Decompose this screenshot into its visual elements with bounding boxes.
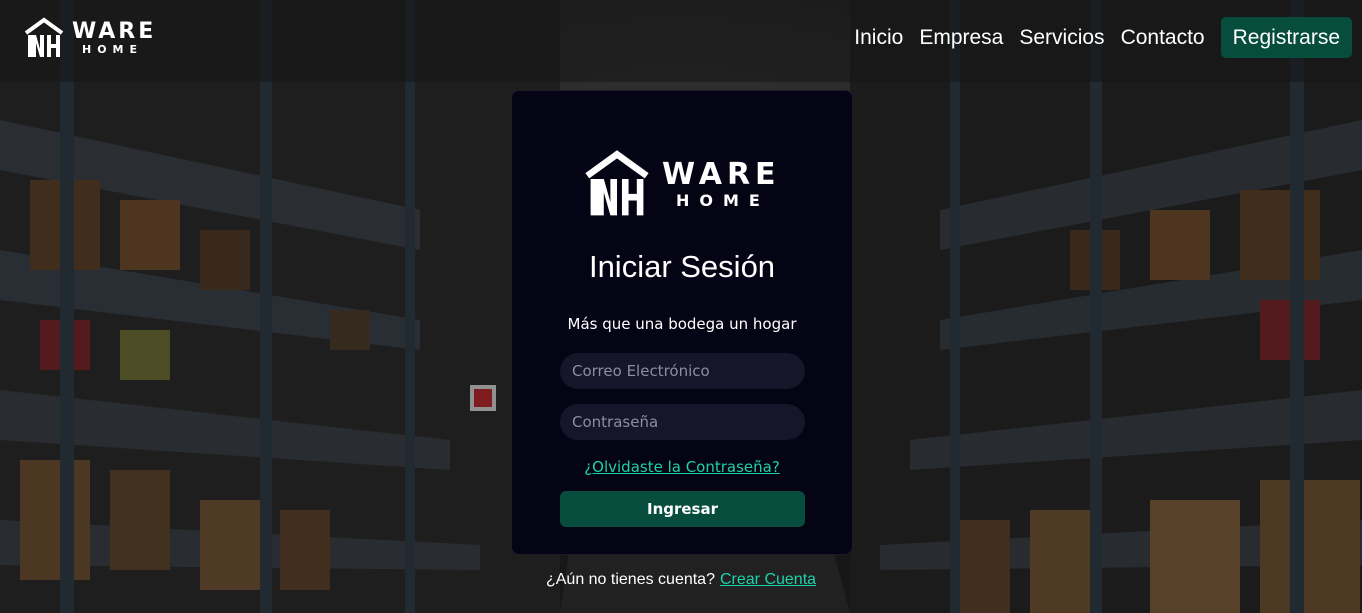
brand-logo[interactable]: WARE HOME <box>24 17 156 59</box>
forgot-password-link[interactable]: ¿Olvidaste la Contraseña? <box>584 458 780 476</box>
nav-link-inicio[interactable]: Inicio <box>854 17 903 58</box>
brand-word-home: HOME <box>82 43 144 56</box>
login-submit-button[interactable]: Ingresar <box>560 491 805 527</box>
email-field[interactable] <box>560 353 805 389</box>
nav-link-empresa[interactable]: Empresa <box>919 17 1003 58</box>
register-button[interactable]: Registrarse <box>1220 17 1352 58</box>
login-subtitle: Más que una bodega un hogar <box>567 315 797 333</box>
nav-link-contacto[interactable]: Contacto <box>1121 17 1205 58</box>
top-navbar: WARE HOME Inicio Empresa Servicios Conta… <box>0 0 1362 82</box>
card-brand-wordmark: WARE HOME <box>662 156 781 210</box>
signup-prompt: ¿Aún no tienes cuenta? Crear Cuenta <box>0 571 1362 589</box>
warehouse-wh-logo-icon <box>24 17 64 57</box>
card-brand-word-ware: WARE <box>662 156 781 192</box>
create-account-link[interactable]: Crear Cuenta <box>720 571 816 588</box>
brand-word-ware: WARE <box>72 19 157 44</box>
nav-links: Inicio Empresa Servicios Contacto Regist… <box>854 17 1352 58</box>
password-field[interactable] <box>560 404 805 440</box>
login-card: WARE HOME Iniciar Sesión Más que una bod… <box>511 90 853 555</box>
card-brand-word-home: HOME <box>676 190 770 210</box>
warehouse-wh-logo-icon <box>585 150 649 216</box>
card-brand-logo: WARE HOME <box>584 149 781 219</box>
forgot-password-row: ¿Olvidaste la Contraseña? <box>512 458 852 476</box>
signup-prompt-text: ¿Aún no tienes cuenta? <box>545 571 715 588</box>
login-title: Iniciar Sesión <box>588 249 776 284</box>
brand-wordmark: WARE HOME <box>72 19 157 56</box>
nav-link-servicios[interactable]: Servicios <box>1019 17 1104 58</box>
